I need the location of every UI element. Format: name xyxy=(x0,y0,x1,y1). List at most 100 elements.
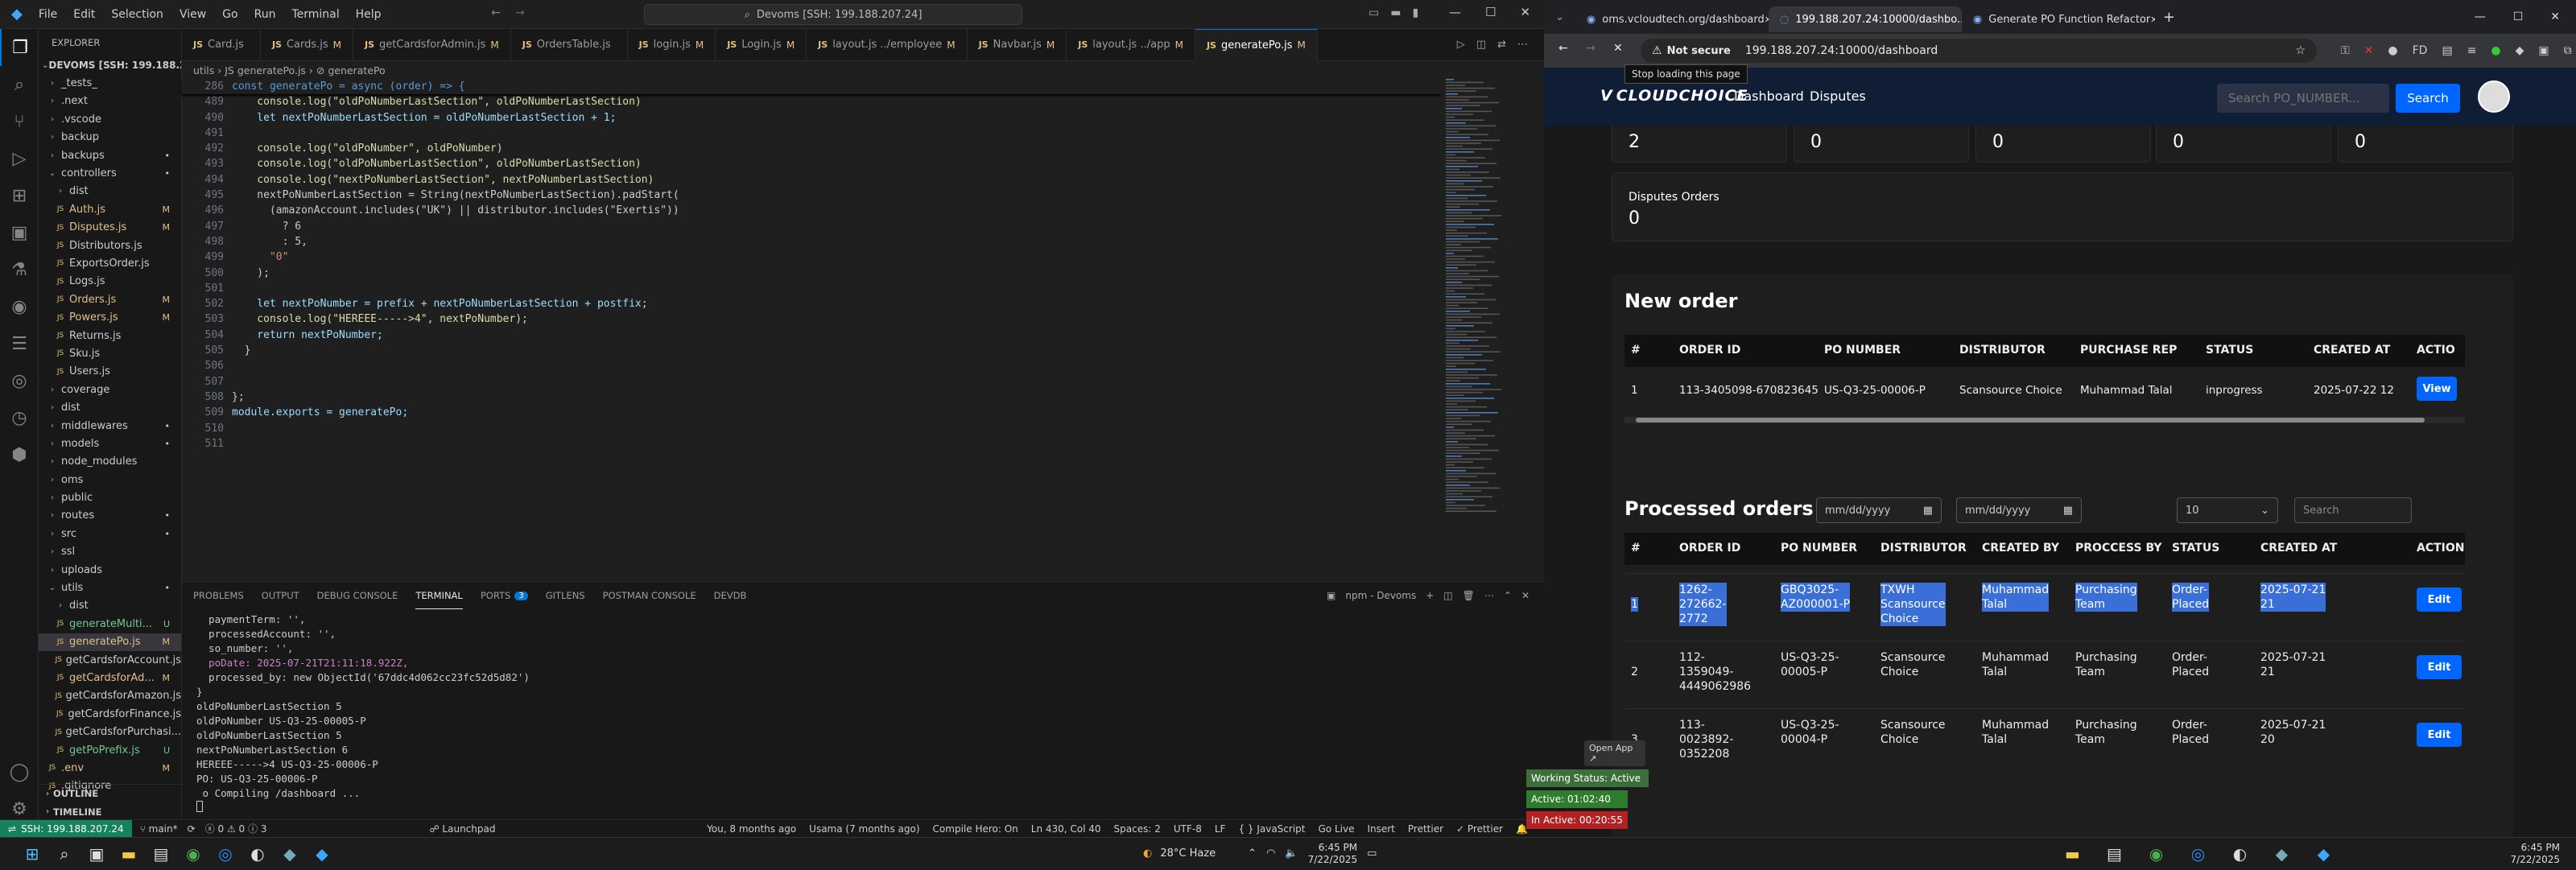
tree-item[interactable]: JS Logs.js xyxy=(39,273,181,291)
tree-item[interactable]: JS Disputes.js M xyxy=(39,219,181,237)
nav-disputes[interactable]: Disputes xyxy=(1810,89,1866,104)
search-button[interactable]: Search xyxy=(2396,84,2460,113)
tree-item[interactable]: JS Users.js xyxy=(39,363,181,381)
back-arrow-icon[interactable]: ← xyxy=(491,6,501,19)
file-explorer-icon[interactable]: ▬ xyxy=(2056,838,2088,870)
account-icon[interactable]: ◯ xyxy=(0,753,39,790)
editor-tab[interactable]: JS layout.js ../employee M xyxy=(807,28,968,61)
prettier-item[interactable]: Prettier xyxy=(1408,823,1443,835)
tree-item[interactable]: JS getCardsforPurchasi... xyxy=(39,723,181,740)
extensions-icon[interactable]: ⊞ xyxy=(0,177,39,214)
layout-sidebar-icon[interactable]: ▮ xyxy=(1412,6,1418,19)
tree-item[interactable]: JS ExportsOrder.js xyxy=(39,254,181,272)
menu-edit[interactable]: Edit xyxy=(73,8,95,21)
layout-icon[interactable]: ▭ xyxy=(1368,6,1379,19)
timeline-icon[interactable]: ◷ xyxy=(0,399,39,436)
panel-tab-gitlens[interactable]: GITLENS xyxy=(546,582,585,609)
tree-item[interactable]: JS generateMulti... U xyxy=(39,615,181,633)
tree-item[interactable]: › .next xyxy=(39,93,181,110)
wifi-icon[interactable]: ◠ xyxy=(1266,847,1275,860)
cursor-position[interactable]: Ln 430, Col 40 xyxy=(1031,823,1101,835)
panel-tab-ports[interactable]: PORTS 3 xyxy=(481,582,528,609)
menu-help[interactable]: Help xyxy=(356,8,382,21)
close-panel-icon[interactable]: ✕ xyxy=(1521,590,1530,601)
compare-icon[interactable]: ⇄ xyxy=(1497,39,1506,51)
author-item[interactable]: Usama (7 months ago) xyxy=(809,823,919,835)
tree-item[interactable]: JS getCardsforAccount.js xyxy=(39,651,181,669)
menu-terminal[interactable]: Terminal xyxy=(291,8,339,21)
tree-item[interactable]: › models • xyxy=(39,435,181,452)
extensions-puzzle-icon[interactable]: ⧉ xyxy=(2564,44,2572,57)
clock[interactable]: 6:45 PM 7/22/2025 xyxy=(1308,842,1358,866)
editor-tab[interactable]: JS getCardsforAdmin.js M xyxy=(353,28,511,61)
extension-icon[interactable]: ▣ xyxy=(2538,44,2549,57)
tree-item[interactable]: › ssl xyxy=(39,543,181,561)
tree-item[interactable]: JS getPoPrefix.js U xyxy=(39,741,181,759)
scrollbar-thumb[interactable] xyxy=(1636,418,2425,423)
launchpad-item[interactable]: ☍ Launchpad xyxy=(429,823,495,835)
stop-icon[interactable]: ✕ xyxy=(1613,42,1623,55)
sticky-scroll[interactable]: 286 const generatePo = async (order) => … xyxy=(182,79,1441,95)
workspace-root[interactable]: ⌄ DEVOMS [SSH: 199.188.20... xyxy=(39,56,181,74)
clock-secondary[interactable]: 6:45 PM 7/22/2025 xyxy=(2510,842,2560,866)
app-icon[interactable]: ◐ xyxy=(242,838,274,870)
menu-file[interactable]: File xyxy=(39,8,57,21)
extension-icon[interactable]: ● xyxy=(2388,44,2397,57)
terminal-output[interactable]: paymentTerm: '', processedAccount: '', s… xyxy=(182,609,1544,812)
maximize-icon[interactable]: ☐ xyxy=(1485,5,1496,19)
trash-icon[interactable]: 🗑 xyxy=(1463,590,1475,601)
terminal-title[interactable]: npm - Devoms xyxy=(1345,590,1416,601)
extension-icon[interactable]: ⚿ xyxy=(2341,44,2350,57)
branch-item[interactable]: ⑂ main* xyxy=(140,823,178,835)
view-button[interactable]: View xyxy=(2417,377,2457,401)
search-icon[interactable]: ⌕ xyxy=(48,838,80,870)
app-icon[interactable]: ◆ xyxy=(2265,838,2297,870)
app-icon[interactable]: ◐ xyxy=(2223,838,2256,870)
editor-tab[interactable]: JS Navbar.js M xyxy=(968,28,1067,61)
close-icon[interactable]: ✕ xyxy=(2550,10,2560,23)
tree-item[interactable]: ⌄ controllers • xyxy=(39,164,181,182)
code-editor[interactable]: 286 const generatePo = async (order) => … xyxy=(182,79,1441,579)
vscode-icon[interactable]: ◆ xyxy=(306,838,338,870)
panel-tab-postman-console[interactable]: POSTMAN CONSOLE xyxy=(603,582,696,609)
more-icon[interactable]: ⋯ xyxy=(1517,39,1528,51)
start-date-input[interactable]: mm/dd/yyyy ▦ xyxy=(1816,497,1942,523)
editor-tab[interactable]: JS Cards.js M xyxy=(261,28,354,61)
panel-tab-devdb[interactable]: DEVDB xyxy=(714,582,747,609)
volume-icon[interactable]: 🔈 xyxy=(1285,847,1298,860)
postman-icon[interactable]: ◎ xyxy=(0,362,39,399)
table-search-input[interactable]: Search xyxy=(2294,497,2412,523)
end-date-input[interactable]: mm/dd/yyyy ▦ xyxy=(1956,497,2082,523)
po-search-input[interactable] xyxy=(2217,84,2389,113)
tree-item[interactable]: › node_modules xyxy=(39,453,181,471)
maximize-icon[interactable]: ☐ xyxy=(2513,10,2524,23)
extension-icon[interactable]: ▤ xyxy=(2442,44,2452,57)
docker-icon[interactable]: ⬢ xyxy=(0,436,39,473)
tree-item[interactable]: JS getCardsforFinance.js xyxy=(39,705,181,723)
extension-icon[interactable]: ◆ xyxy=(2516,44,2524,57)
tree-item[interactable]: › backups • xyxy=(39,146,181,164)
chrome-icon[interactable]: ◉ xyxy=(177,838,209,870)
extension-icon[interactable]: ≡ xyxy=(2467,44,2477,57)
browser-tab[interactable]: ◉ oms.vcloudtech.org/dashboard ✕ xyxy=(1575,6,1769,32)
app-logo[interactable]: V CLOUDCHOICE xyxy=(1600,87,1748,105)
start-icon[interactable]: ⊞ xyxy=(16,838,48,870)
add-terminal-icon[interactable]: + xyxy=(1426,590,1434,601)
editor-tab[interactable]: JS Card.js xyxy=(182,28,261,61)
indentation-item[interactable]: Spaces: 2 xyxy=(1114,823,1161,835)
tree-item[interactable]: › .vscode xyxy=(39,110,181,128)
run-icon[interactable]: ▷ xyxy=(1457,39,1465,51)
maximize-panel-icon[interactable]: ⌃ xyxy=(1504,590,1512,601)
outline-section[interactable]: › OUTLINE › TIMELINE xyxy=(39,784,182,821)
panel-tab-terminal[interactable]: TERMINAL xyxy=(415,582,463,609)
open-app-button[interactable]: Open App ↗ xyxy=(1584,740,1645,766)
back-icon[interactable]: ← xyxy=(1558,42,1568,55)
language-mode[interactable]: { } JavaScript xyxy=(1238,823,1305,835)
blame-item[interactable]: You, 8 months ago xyxy=(707,823,796,835)
tree-item[interactable]: › middlewares • xyxy=(39,417,181,435)
editor-tab[interactable]: JS layout.js ../app M xyxy=(1067,28,1195,61)
nav-dashboard[interactable]: Dashboard xyxy=(1734,89,1804,104)
database-icon[interactable]: ☰ xyxy=(0,325,39,362)
chrome-icon[interactable]: ◉ xyxy=(2140,838,2172,870)
edit-button[interactable]: Edit xyxy=(2417,655,2462,679)
